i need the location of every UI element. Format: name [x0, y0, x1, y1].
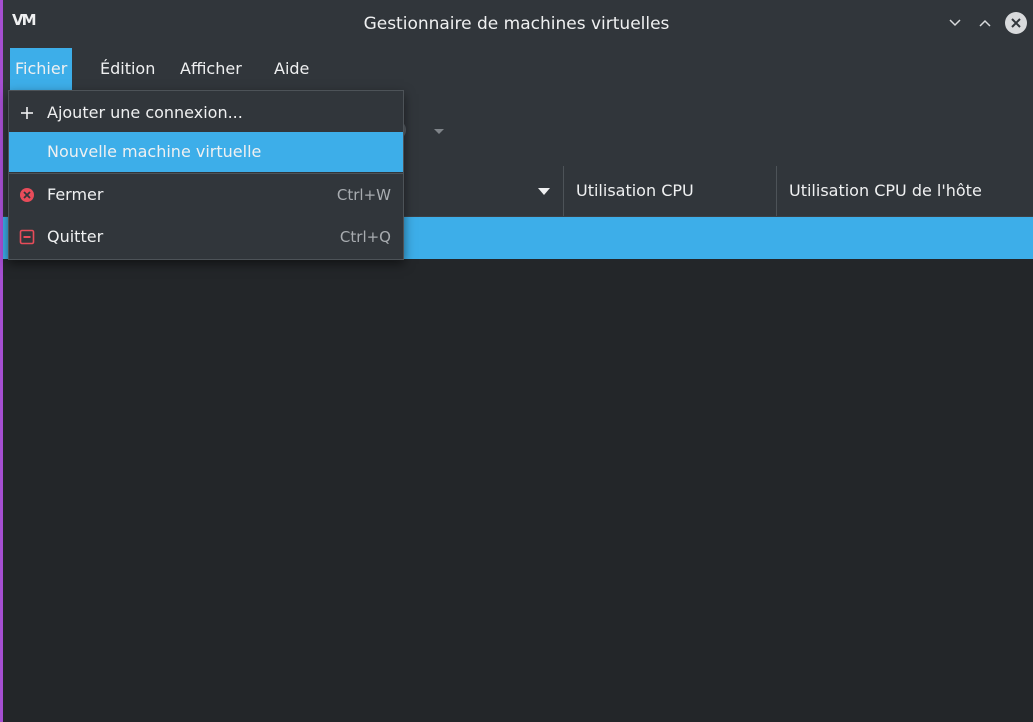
quit-icon — [19, 229, 35, 245]
menu-item-shortcut: Ctrl+W — [336, 186, 391, 204]
menu-edition[interactable]: Édition — [95, 48, 160, 90]
menu-item-close[interactable]: Fermer Ctrl+W — [9, 175, 403, 215]
menu-fichier[interactable]: Fichier — [10, 48, 73, 90]
window-title: Gestionnaire de machines virtuelles — [363, 14, 670, 34]
menu-bar: Fichier Édition Afficher Aide — [0, 48, 1033, 90]
vm-list[interactable] — [0, 259, 1033, 722]
chevron-up-icon — [979, 19, 991, 27]
window-left-border — [0, 0, 3, 722]
menu-item-label: Ajouter une connexion... — [47, 103, 243, 122]
plus-icon — [21, 107, 33, 119]
maximize-button[interactable] — [972, 10, 998, 36]
close-circle-icon — [20, 188, 34, 202]
dropdown-arrow-icon[interactable] — [432, 124, 446, 138]
menu-afficher[interactable]: Afficher — [175, 48, 247, 90]
close-icon — [1005, 12, 1027, 34]
close-window-button[interactable] — [1003, 10, 1029, 36]
column-header-cpu[interactable]: Utilisation CPU — [563, 166, 776, 216]
menu-separator — [9, 173, 403, 174]
menu-item-quit[interactable]: Quitter Ctrl+Q — [9, 217, 403, 257]
title-bar[interactable]: VM Gestionnaire de machines virtuelles — [0, 0, 1033, 48]
menu-item-add-connection[interactable]: Ajouter une connexion... — [9, 93, 403, 133]
virt-manager-window: VM Gestionnaire de machines virtuelles F… — [0, 0, 1033, 722]
menu-item-shortcut: Ctrl+Q — [339, 228, 391, 246]
menu-item-label: Nouvelle machine virtuelle — [47, 142, 262, 161]
menu-item-label: Quitter — [47, 227, 104, 246]
menu-item-label: Fermer — [47, 185, 104, 204]
menu-aide[interactable]: Aide — [269, 48, 314, 90]
menu-item-new-vm[interactable]: Nouvelle machine virtuelle — [9, 132, 403, 172]
column-header-host-cpu[interactable]: Utilisation CPU de l'hôte — [776, 166, 1033, 216]
chevron-down-icon — [949, 19, 961, 27]
minimize-button[interactable] — [942, 10, 968, 36]
file-menu-dropdown: Ajouter une connexion... Nouvelle machin… — [8, 90, 404, 260]
sort-descending-icon[interactable] — [537, 187, 551, 197]
